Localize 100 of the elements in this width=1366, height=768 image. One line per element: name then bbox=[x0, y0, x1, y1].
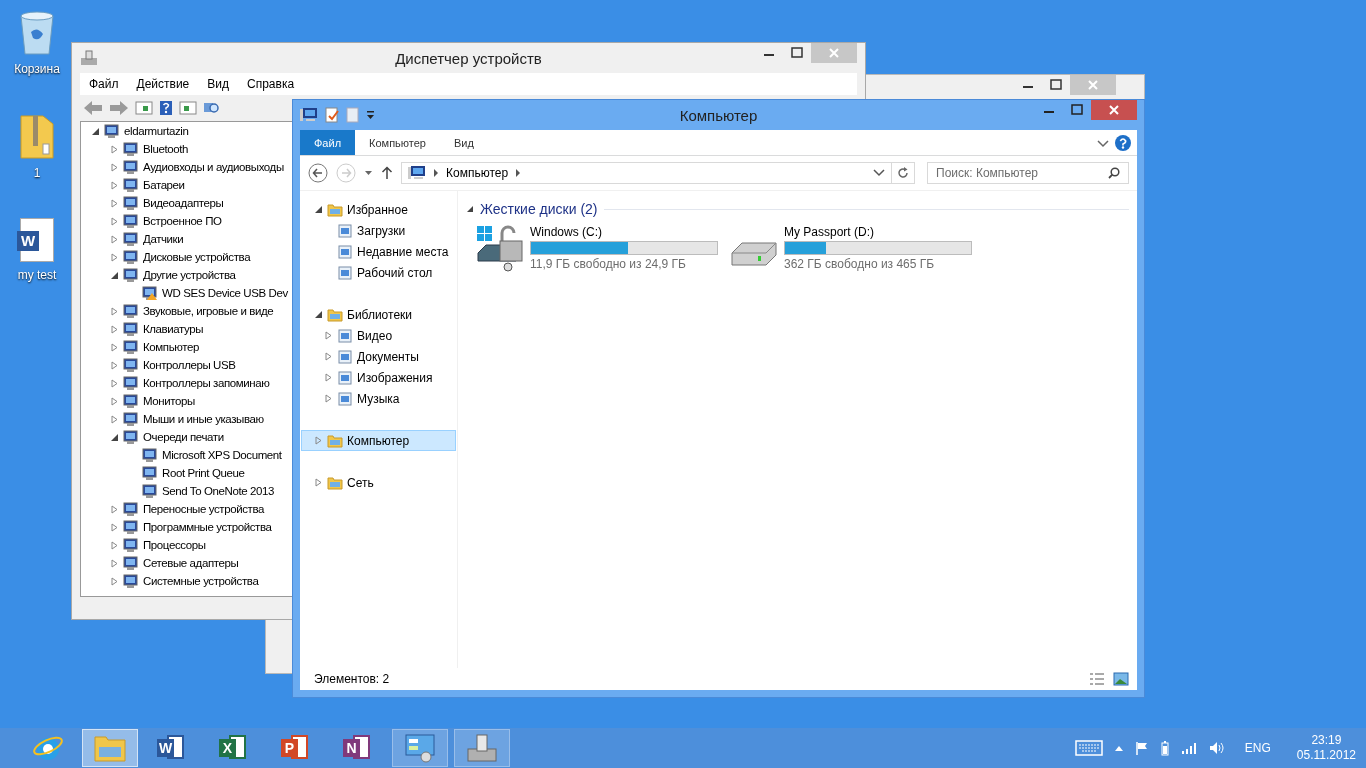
tree-item[interactable]: Microsoft XPS Document bbox=[162, 449, 282, 461]
tree-item[interactable]: Датчики bbox=[143, 233, 184, 245]
collapse-group-icon[interactable] bbox=[466, 205, 474, 213]
tree-item[interactable]: Bluetooth bbox=[143, 143, 188, 155]
menu-item[interactable]: Справка bbox=[238, 77, 304, 91]
navigation-item[interactable]: Компьютер bbox=[301, 430, 456, 451]
drive-name[interactable]: Windows (C:) bbox=[530, 225, 718, 239]
tree-item[interactable]: Контроллеры USB bbox=[143, 359, 236, 371]
navigation-item[interactable]: Документы bbox=[301, 346, 456, 367]
large-icons-view-icon[interactable] bbox=[1113, 672, 1129, 686]
free-space-text: 362 ГБ свободно из 465 ГБ bbox=[784, 257, 936, 271]
expander-icon[interactable] bbox=[110, 432, 119, 442]
help-icon[interactable] bbox=[159, 100, 173, 116]
tree-item[interactable]: Дисковые устройства bbox=[143, 251, 251, 263]
tree-item[interactable]: Контроллеры запоминаю bbox=[143, 377, 270, 389]
signal-icon[interactable] bbox=[1180, 742, 1197, 754]
menu-item[interactable]: Файл bbox=[80, 77, 128, 91]
taskbar-button[interactable] bbox=[392, 729, 448, 767]
details-view-icon[interactable] bbox=[1089, 672, 1105, 686]
tree-item[interactable]: Клавиатуры bbox=[143, 323, 204, 335]
battery-icon[interactable] bbox=[1160, 740, 1169, 756]
tree-item[interactable]: Встроенное ПО bbox=[143, 215, 222, 227]
recycle-bin-icon[interactable] bbox=[17, 10, 57, 56]
taskbar-button[interactable]: X bbox=[206, 729, 262, 767]
properties-icon[interactable] bbox=[324, 107, 340, 123]
expander-icon[interactable] bbox=[314, 205, 323, 214]
tree-item[interactable]: WD SES Device USB Dev bbox=[162, 287, 288, 299]
taskbar-button[interactable] bbox=[454, 729, 510, 767]
tree-item[interactable]: Сетевые адаптеры bbox=[143, 557, 239, 569]
touch-keyboard-icon[interactable] bbox=[1074, 740, 1103, 756]
flag-icon[interactable] bbox=[1134, 741, 1149, 755]
device-icon bbox=[123, 537, 139, 553]
volume-icon[interactable] bbox=[1208, 741, 1225, 755]
taskbar-button[interactable]: N bbox=[330, 729, 386, 767]
navigation-item[interactable]: Сеть bbox=[301, 472, 456, 493]
tree-item[interactable]: Очереди печати bbox=[143, 431, 224, 443]
device-icon bbox=[123, 501, 139, 517]
up-arrow-icon[interactable] bbox=[381, 166, 393, 180]
tree-view-icon[interactable] bbox=[135, 100, 153, 116]
menu-item[interactable]: Вид bbox=[198, 77, 238, 91]
tree-item[interactable]: Процессоры bbox=[143, 539, 206, 551]
tree-item[interactable]: Root Print Queue bbox=[162, 467, 245, 479]
dropdown-caret-icon[interactable] bbox=[366, 110, 375, 120]
device-icon bbox=[123, 339, 139, 355]
navigation-item[interactable]: Избранное bbox=[301, 199, 456, 220]
recent-locations-caret-icon[interactable] bbox=[364, 170, 373, 176]
address-path[interactable]: Компьютер bbox=[446, 166, 509, 180]
close-icon[interactable] bbox=[1091, 100, 1137, 120]
tree-item[interactable]: Батареи bbox=[143, 179, 185, 191]
ribbon-tab[interactable]: Вид bbox=[440, 130, 488, 155]
navigation-item[interactable]: Недавние места bbox=[301, 241, 456, 262]
taskbar-button[interactable]: P bbox=[268, 729, 324, 767]
tree-item[interactable]: Мониторы bbox=[143, 395, 195, 407]
navigation-item[interactable]: Изображения bbox=[301, 367, 456, 388]
tree-item[interactable]: Видеоадаптеры bbox=[143, 197, 224, 209]
tree-item[interactable]: Send To OneNote 2013 bbox=[162, 485, 274, 497]
navigation-item[interactable]: Рабочий стол bbox=[301, 262, 456, 283]
taskbar-button[interactable] bbox=[82, 729, 138, 767]
menu-item[interactable]: Действие bbox=[127, 77, 199, 91]
tree-item[interactable]: Аудиовходы и аудиовыходы bbox=[143, 161, 284, 173]
tree-item[interactable]: Переносные устройства bbox=[143, 503, 264, 515]
expander-icon[interactable] bbox=[91, 126, 100, 136]
properties-icon[interactable] bbox=[179, 100, 197, 116]
word-document-icon[interactable]: W bbox=[20, 218, 54, 262]
device-icon bbox=[142, 483, 158, 499]
navigation-item[interactable]: Музыка bbox=[301, 388, 456, 409]
help-icon[interactable] bbox=[1115, 134, 1131, 151]
chevron-right-icon[interactable] bbox=[515, 169, 522, 177]
device-icon bbox=[142, 465, 158, 481]
ribbon-tab[interactable]: Компьютер bbox=[355, 130, 440, 155]
expand-ribbon-icon[interactable] bbox=[1097, 137, 1109, 148]
search-icon[interactable] bbox=[1108, 167, 1120, 179]
zip-folder-icon[interactable] bbox=[19, 114, 55, 160]
navigation-item[interactable]: Загрузки bbox=[301, 220, 456, 241]
search-field[interactable]: Поиск: Компьютер bbox=[927, 162, 1129, 184]
scan-hardware-icon[interactable] bbox=[203, 100, 221, 116]
tree-item[interactable]: Звуковые, игровые и виде bbox=[143, 305, 274, 317]
tree-item[interactable]: Системные устройства bbox=[143, 575, 259, 587]
tree-item[interactable]: Программные устройства bbox=[143, 521, 272, 533]
device-icon bbox=[123, 177, 139, 193]
tree-item[interactable]: Компьютер bbox=[143, 341, 199, 353]
dropdown-chevron-icon[interactable] bbox=[873, 169, 885, 177]
expander-icon[interactable] bbox=[110, 270, 119, 280]
show-hidden-icons-caret-icon[interactable] bbox=[1114, 745, 1123, 751]
taskbar-button[interactable]: W bbox=[144, 729, 200, 767]
navigation-item[interactable]: Видео bbox=[301, 325, 456, 346]
navigation-item[interactable]: Библиотеки bbox=[301, 304, 456, 325]
chevron-right-icon[interactable] bbox=[433, 169, 439, 177]
tree-item[interactable]: eldarmurtazin bbox=[124, 125, 189, 137]
tree-item[interactable]: Мыши и иные указываю bbox=[143, 413, 264, 425]
refresh-button[interactable] bbox=[891, 162, 915, 184]
expander-icon[interactable] bbox=[314, 310, 323, 319]
device-icon bbox=[123, 231, 139, 247]
address-bar[interactable]: Компьютер bbox=[401, 162, 892, 184]
drive-name[interactable]: My Passport (D:) bbox=[784, 225, 972, 239]
locked-drive-icon[interactable] bbox=[476, 225, 524, 273]
device-icon bbox=[123, 573, 139, 589]
tree-item[interactable]: Другие устройства bbox=[143, 269, 236, 281]
forward-arrow-icon[interactable] bbox=[109, 100, 129, 116]
group-header[interactable]: Жесткие диски (2) bbox=[480, 201, 598, 217]
